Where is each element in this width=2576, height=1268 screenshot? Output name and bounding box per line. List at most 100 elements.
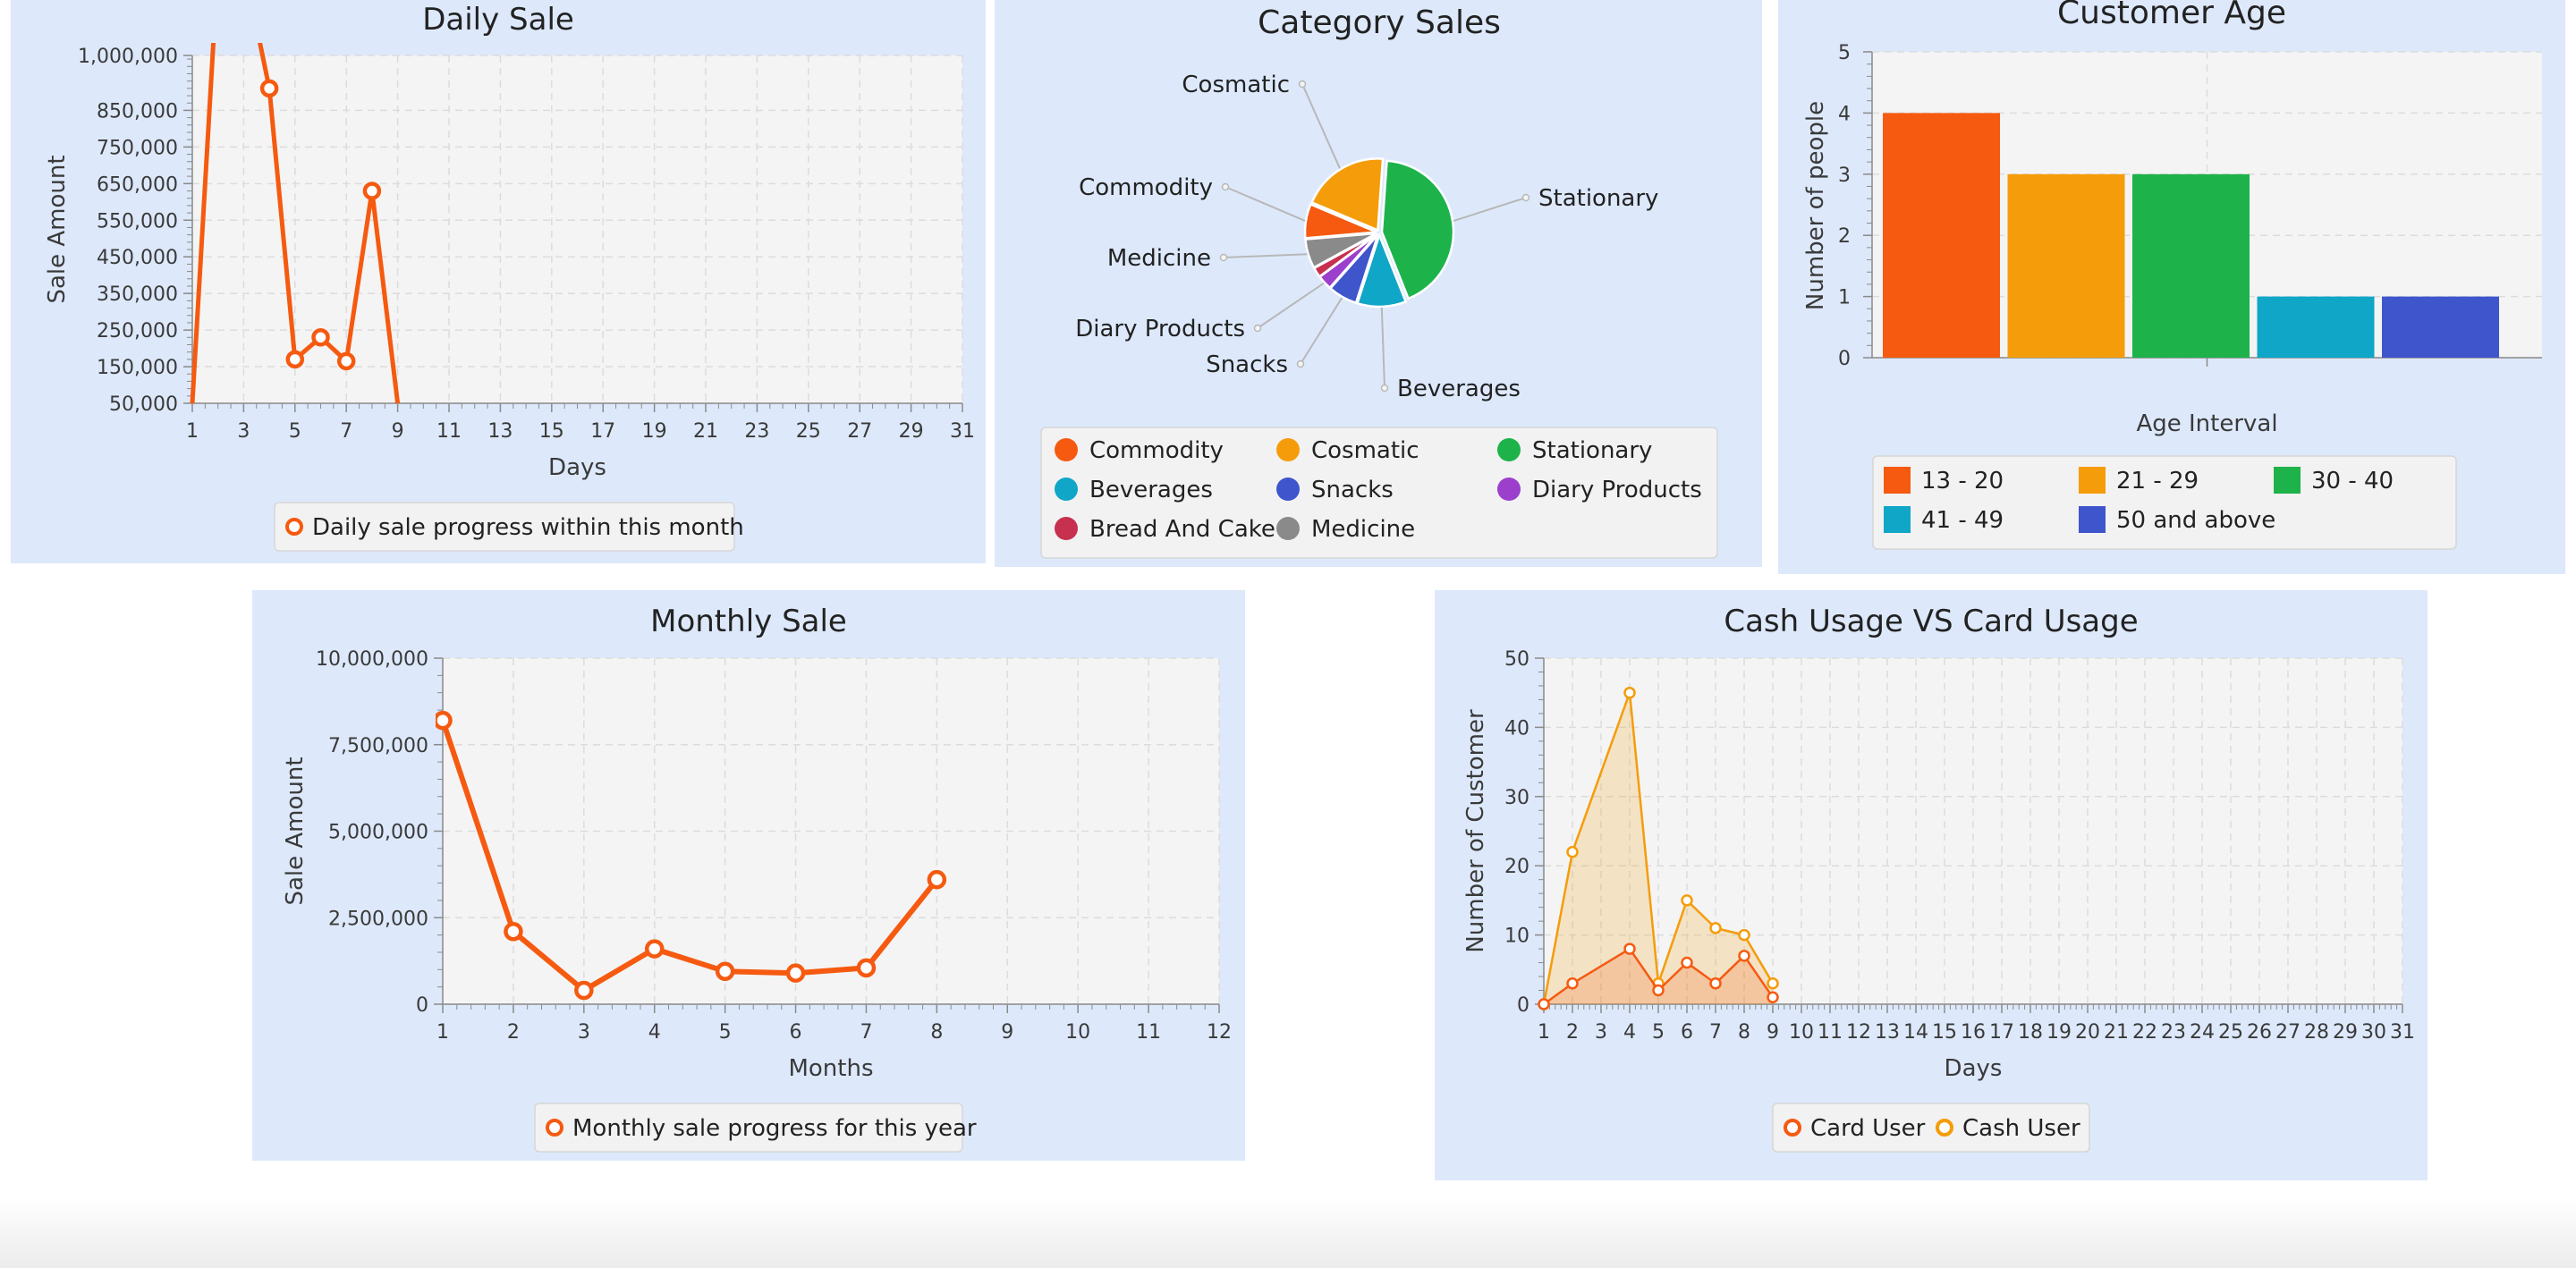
x-tick-label: 3	[237, 420, 250, 443]
x-axis-label: Months	[788, 1055, 873, 1082]
legend-marker	[1884, 506, 1911, 533]
legend-marker	[546, 1119, 564, 1137]
legend-marker	[2274, 467, 2301, 494]
data-point	[856, 958, 877, 978]
x-tick-label: 2	[507, 1021, 520, 1044]
y-tick-label: 30	[1504, 787, 1530, 809]
x-tick-label: 22	[2132, 1021, 2157, 1044]
legend: Daily sale progress within this month	[274, 502, 744, 552]
x-tick-label: 10	[1789, 1021, 1814, 1044]
x-tick-label: 12	[1846, 1021, 1871, 1044]
y-tick-label: 2,500,000	[328, 908, 428, 930]
legend-marker	[1884, 467, 1911, 494]
data-point	[1538, 998, 1550, 1010]
x-tick-label: 15	[1932, 1021, 1957, 1044]
pie-slice-label: Diary Products	[1075, 316, 1245, 342]
legend-marker	[1497, 478, 1521, 501]
legend-marker	[2079, 506, 2106, 533]
y-tick-label: 5	[1838, 42, 1851, 64]
pie-slice-label: Beverages	[1397, 376, 1521, 402]
x-tick-label: 13	[487, 420, 513, 443]
category-sales-panel: Category Sales Stationary Beverages Snacks D…	[995, 0, 1762, 567]
data-point	[504, 921, 523, 942]
x-tick-label: 25	[2218, 1021, 2243, 1044]
chart-title: Daily Sale	[422, 2, 574, 38]
x-tick-label: 19	[642, 420, 667, 443]
x-tick-label: 8	[930, 1021, 943, 1044]
x-tick-label: 17	[1989, 1021, 2014, 1044]
x-tick-label: 21	[693, 420, 718, 443]
legend-marker	[1055, 478, 1078, 501]
y-axis-label: Number of Customer	[1462, 709, 1489, 953]
data-point	[285, 350, 305, 369]
pie-leader-dot	[1380, 384, 1389, 393]
legend-label: Commodity	[1089, 437, 1224, 464]
x-tick-label: 30	[2361, 1021, 2386, 1044]
y-tick-label: 5,000,000	[328, 822, 428, 844]
y-tick-label: 350,000	[97, 283, 178, 306]
pie-leader-dot	[1298, 80, 1307, 89]
cash-vs-card-chart: Cash Usage VS Card Usage1 2 3 4 5 6 7 8 9 10 11 12 1…	[1462, 604, 2415, 1153]
x-tick-label: 12	[1207, 1021, 1232, 1044]
data-point	[644, 939, 665, 959]
y-tick-label: 10,000,000	[316, 648, 428, 671]
legend-marker	[1276, 438, 1300, 461]
legend-marker	[1276, 517, 1300, 540]
y-tick-label: 1	[1838, 287, 1851, 309]
x-tick-label: 27	[2275, 1021, 2301, 1044]
data-point	[1681, 956, 1693, 969]
legend-label: 30 - 40	[2311, 468, 2394, 495]
legend-marker	[1497, 438, 1521, 461]
pie-leader-dot	[1296, 359, 1305, 368]
chart-title: Customer Age	[2057, 0, 2286, 31]
legend: Commodity Cosmatic Stationary Beverages Snac…	[1040, 427, 1718, 559]
x-axis-label: Days	[548, 454, 606, 481]
y-tick-label: 4	[1838, 103, 1851, 125]
y-tick-label: 2	[1838, 225, 1851, 248]
data-point	[1709, 922, 1722, 934]
pie-leader-line	[1257, 282, 1325, 329]
legend: 13 - 20 21 - 29 30 - 40 41 - 49 50 and above	[1872, 455, 2457, 550]
legend-label: Beverages	[1089, 477, 1213, 503]
x-tick-label: 20	[2075, 1021, 2100, 1044]
x-tick-label: 1	[1538, 1021, 1550, 1044]
x-tick-label: 24	[2190, 1021, 2215, 1044]
y-tick-label: 750,000	[97, 137, 178, 159]
x-tick-label: 23	[744, 420, 769, 443]
chart-title: Cash Usage VS Card Usage	[1724, 604, 2138, 639]
legend-label: 41 - 49	[1921, 507, 2004, 534]
legend: Card User Cash User	[1772, 1103, 2090, 1153]
pie-leader-line	[1224, 186, 1306, 222]
x-tick-label: 9	[392, 420, 404, 443]
x-tick-label: 29	[2333, 1021, 2358, 1044]
x-tick-label: 19	[2046, 1021, 2072, 1044]
y-tick-label: 0	[1838, 348, 1851, 370]
x-tick-label: 7	[1709, 1021, 1722, 1044]
monthly-sale-panel: Monthly Sale 1 2 3 4 5 6 7 8 9 10 11 12 0 2,500,000 5,0…	[252, 590, 1245, 1161]
data-point	[259, 79, 279, 98]
y-tick-label: 450,000	[97, 247, 178, 269]
bottom-shadow	[0, 1198, 2576, 1268]
y-tick-label: 850,000	[97, 100, 178, 123]
y-tick-label: 7,500,000	[328, 735, 428, 757]
legend-label: 13 - 20	[1921, 468, 2004, 495]
pie-leader-dot	[1219, 253, 1228, 262]
pie-leader-dot	[1253, 324, 1262, 333]
y-tick-label: 50	[1504, 648, 1530, 671]
pie-leader-dot	[1521, 193, 1530, 202]
x-tick-label: 9	[1001, 1021, 1013, 1044]
y-tick-label: 10	[1504, 926, 1530, 948]
x-tick-label: 26	[2247, 1021, 2272, 1044]
legend-marker	[1784, 1119, 1801, 1137]
x-tick-label: 16	[1961, 1021, 1986, 1044]
bar	[2382, 296, 2499, 358]
legend-label: 50 and above	[2116, 507, 2275, 534]
x-tick-label: 6	[790, 1021, 802, 1044]
y-tick-label: 0	[416, 994, 428, 1017]
x-tick-label: 1	[436, 1021, 449, 1044]
data-point	[1767, 977, 1779, 990]
pie-leader-line	[1453, 197, 1527, 223]
pie-leader-line	[1380, 307, 1385, 389]
y-tick-label: 0	[1517, 994, 1530, 1017]
legend-marker	[2079, 467, 2106, 494]
